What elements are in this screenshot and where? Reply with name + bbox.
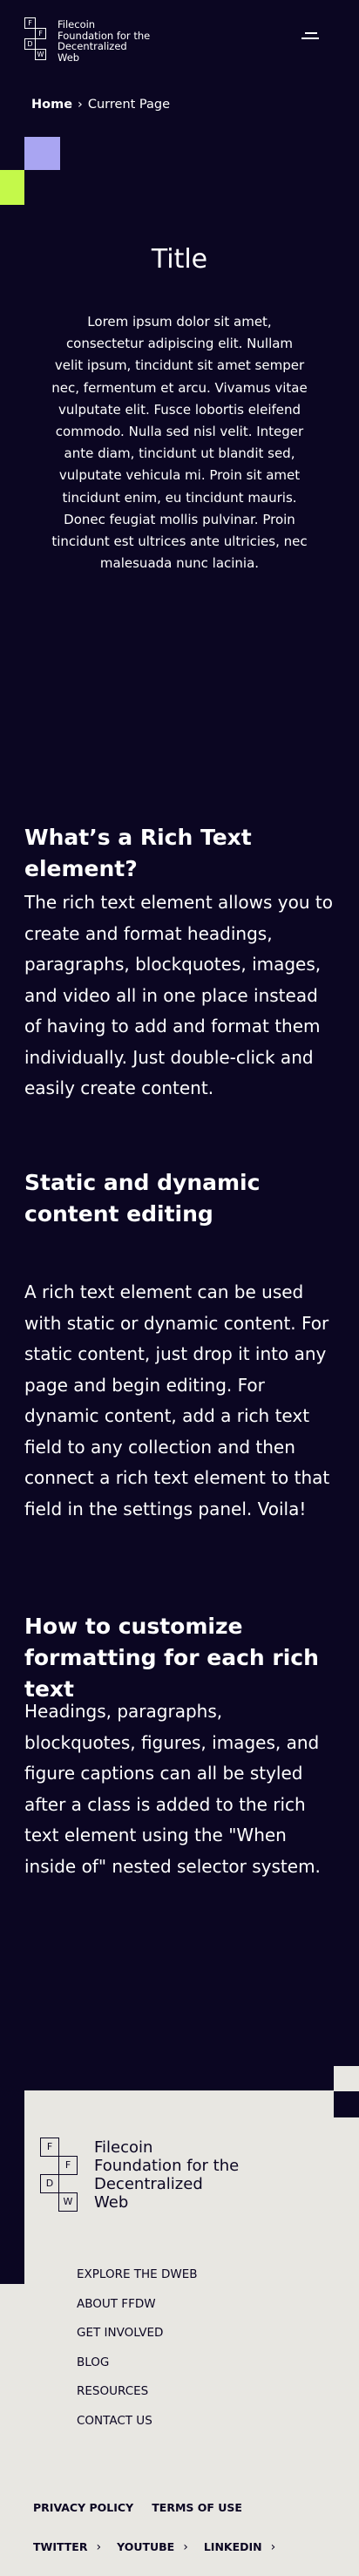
rich-text-heading: What’s a Rich Text element? xyxy=(24,825,252,881)
linkedin-link[interactable]: LINKEDIN xyxy=(204,2540,262,2553)
menu-bar xyxy=(305,32,317,34)
footer-nav-blog[interactable]: BLOG xyxy=(77,2355,198,2384)
footer-nav-explore-the-dweb[interactable]: EXPLORE THE DWEB xyxy=(77,2267,198,2296)
decor-lime-square xyxy=(0,170,24,205)
footer-nav-contact-us[interactable]: CONTACT US xyxy=(77,2413,198,2443)
site-header: F F D W Filecoin Foundation for the Dece… xyxy=(0,0,359,77)
chevron-right-icon: › xyxy=(96,2540,102,2554)
rich-text-paragraph-1: The rich text element allows you to crea… xyxy=(24,887,335,1104)
footer-logo-cell: F xyxy=(58,2156,78,2175)
chevron-right-icon: › xyxy=(183,2540,188,2554)
footer-logo-grid-icon[interactable]: F F D W xyxy=(40,2138,101,2212)
rich-text-heading: How to customize formatting for each ric… xyxy=(24,1614,319,1702)
decor-lavender-square xyxy=(24,137,60,170)
breadcrumb: Home › Current Page xyxy=(31,98,170,112)
rich-text-heading-2: Static and dynamic content editing xyxy=(24,1167,335,1230)
logo-text-line: Web xyxy=(58,51,80,64)
footer-logo-text-line: Decentralized xyxy=(94,2175,203,2193)
breadcrumb-home-link[interactable]: Home xyxy=(31,98,72,112)
hamburger-menu-icon[interactable] xyxy=(301,31,319,42)
logo-text[interactable]: Filecoin Foundation for the Decentralize… xyxy=(58,19,162,63)
twitter-link[interactable]: TWITTER xyxy=(33,2540,87,2553)
menu-bar xyxy=(301,37,319,39)
footer-nav-resources[interactable]: RESOURCES xyxy=(77,2383,198,2413)
rich-text-paragraph-3: Headings, paragraphs, blockquotes, figur… xyxy=(24,1696,335,1882)
footer-nav: EXPLORE THE DWEB ABOUT FFDW GET INVOLVED… xyxy=(77,2267,198,2442)
youtube-link[interactable]: YOUTUBE xyxy=(117,2540,174,2553)
footer-social-links: TWITTER › YOUTUBE › LINKEDIN › xyxy=(33,2538,291,2554)
footer-legal-links: PRIVACY POLICY TERMS OF USE xyxy=(33,2498,256,2515)
footer-nav-about-ffdw[interactable]: ABOUT FFDW xyxy=(77,2296,198,2326)
logo-text-line: Decentralized xyxy=(58,40,127,52)
terms-of-use-link[interactable]: TERMS OF USE xyxy=(152,2501,242,2514)
footer-logo-text-line: Filecoin xyxy=(94,2138,153,2157)
footer-logo-cell: D xyxy=(40,2174,59,2193)
rich-text-paragraph: Headings, paragraphs, blockquotes, figur… xyxy=(24,1701,321,1877)
breadcrumb-current: Current Page xyxy=(87,98,171,112)
footer-nav-get-involved[interactable]: GET INVOLVED xyxy=(77,2325,198,2355)
footer-dark-notch xyxy=(334,2091,359,2117)
footer-logo-cell: W xyxy=(58,2192,78,2212)
footer-logo-text-line: Foundation for the xyxy=(94,2157,240,2175)
hero-body-text: Lorem ipsum dolor sit amet, consectetur … xyxy=(51,314,308,572)
rich-text-heading: Static and dynamic content editing xyxy=(24,1170,261,1227)
chevron-right-icon: › xyxy=(270,2540,276,2554)
logo-cell: F xyxy=(35,28,46,39)
footer-step-square xyxy=(0,2284,24,2310)
footer-logo-cell: F xyxy=(40,2138,59,2157)
footer-logo-text-line: Web xyxy=(94,2193,129,2212)
privacy-policy-link[interactable]: PRIVACY POLICY xyxy=(33,2501,133,2514)
logo-cell: W xyxy=(35,49,46,60)
rich-text-paragraph: The rich text element allows you to crea… xyxy=(24,892,333,1098)
page-title: Title xyxy=(151,244,208,275)
footer-corner-square xyxy=(334,2066,359,2091)
rich-text-paragraph: A rich text element can be used with sta… xyxy=(24,1281,330,1519)
footer-logo-text[interactable]: Filecoin Foundation for the Decentralize… xyxy=(94,2138,268,2212)
chevron-right-icon: › xyxy=(78,98,83,112)
logo-text-line: Filecoin xyxy=(58,18,96,31)
rich-text-heading-1: What’s a Rich Text element? xyxy=(24,822,335,885)
rich-text-paragraph-2: A rich text element can be used with sta… xyxy=(24,1277,335,1525)
rich-text-heading-3: How to customize formatting for each ric… xyxy=(24,1611,335,1705)
